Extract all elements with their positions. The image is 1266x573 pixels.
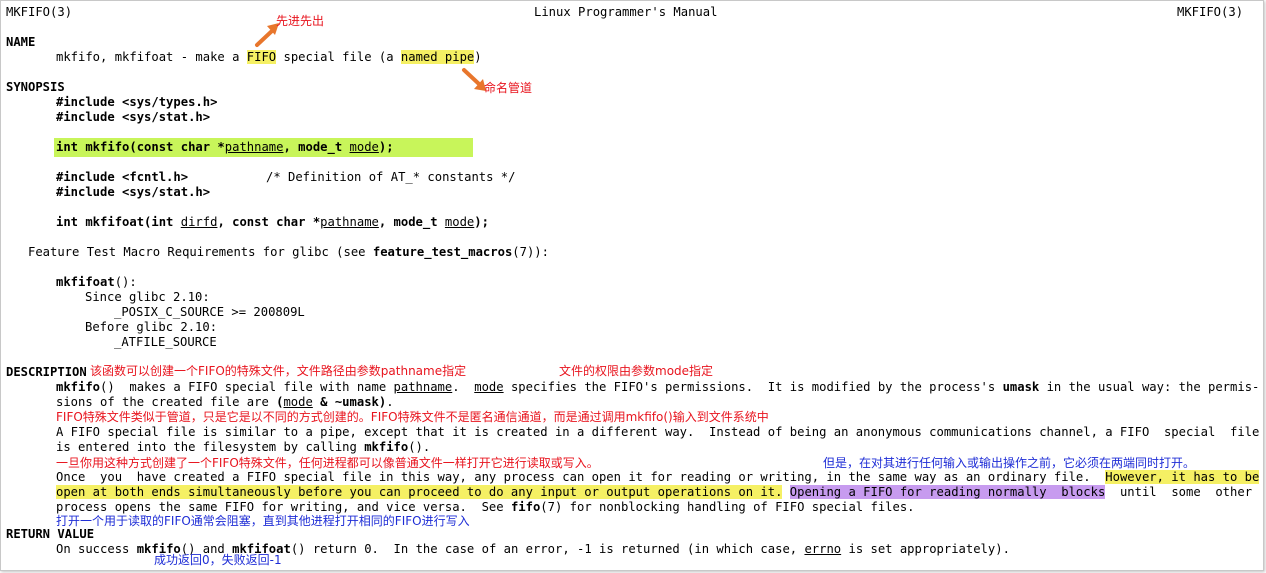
posix-source: _POSIX_C_SOURCE >= 200809L [114, 305, 305, 319]
section-return-heading: RETURN VALUE [6, 527, 95, 541]
fifo-highlight: FIFO [246, 50, 277, 64]
header-center: Linux Programmer's Manual [534, 5, 718, 19]
mkfifo-prototype: int mkfifo(const char *pathname, mode_t … [56, 140, 394, 154]
description-line: process opens the same FIFO for writing,… [56, 500, 915, 514]
description-line: A FIFO special file is similar to a pipe… [56, 425, 1260, 439]
mkfifoat-ftm: mkfifoat(): [56, 275, 137, 289]
description-line: Once you have created a FIFO special fil… [56, 470, 1260, 484]
before-glibc: Before glibc 2.10: [85, 320, 218, 334]
annotation-return: 成功返回0，失败返回-1 [154, 553, 282, 567]
header-right: MKFIFO(3) [1177, 5, 1244, 19]
man-page: MKFIFO(3) Linux Programmer's Manual MKFI… [0, 0, 1264, 571]
include-line: #include <fcntl.h> [56, 170, 189, 184]
since-glibc: Since glibc 2.10: [85, 290, 210, 304]
header-left: MKFIFO(3) [6, 5, 73, 19]
description-line: open at both ends simultaneously before … [56, 485, 1253, 499]
section-description-heading: DESCRIPTION [6, 365, 87, 379]
include-line: #include <sys/stat.h> [56, 110, 211, 124]
mkfifoat-prototype: int mkfifoat(int dirfd, const char *path… [56, 215, 489, 229]
description-line: mkfifo() makes a FIFO special file with … [56, 380, 1260, 394]
description-line: sions of the created file are (mode & ~u… [56, 395, 394, 409]
blocks-highlight: Opening a FIFO for reading normally bloc… [789, 485, 1106, 499]
annotation-named-pipe: 命名管道 [484, 81, 533, 95]
annotation-desc3: FIFO特殊文件类似于管道，只是它是以不同的方式创建的。FIFO特殊文件不是匿名… [56, 410, 769, 424]
atfile-source: _ATFILE_SOURCE [114, 335, 217, 349]
name-line: mkfifo, mkfifoat - make a FIFO special f… [56, 50, 482, 64]
annotation-desc2: 文件的权限由参数mode指定 [559, 364, 714, 378]
feature-test-line: Feature Test Macro Requirements for glib… [28, 245, 549, 259]
annotation-fifo: 先进先出 [276, 14, 325, 28]
section-synopsis-heading: SYNOPSIS [6, 80, 65, 94]
include-line: #include <sys/stat.h> [56, 185, 211, 199]
annotation-desc1: 该函数可以创建一个FIFO的特殊文件，文件路径由参数pathname指定 [90, 364, 467, 378]
named-pipe-highlight: named pipe [400, 50, 475, 64]
section-name-heading: NAME [6, 35, 36, 49]
open-both-ends-highlight: open at both ends simultaneously before … [56, 485, 783, 499]
description-line: is entered into the filesystem by callin… [56, 440, 431, 454]
include-line: #include <sys/types.h> [56, 95, 218, 109]
open-both-ends-highlight: However, it has to be [1105, 470, 1260, 484]
annotation-desc6: 打开一个用于读取的FIFO通常会阻塞，直到其他进程打开相同的FIFO进行写入 [56, 514, 470, 528]
annotation-desc4: 一旦你用这种方式创建了一个FIFO特殊文件，任何进程都可以像普通文件一样打开它进… [56, 456, 599, 470]
include-comment: /* Definition of AT_* constants */ [266, 170, 516, 184]
annotation-desc5: 但是，在对其进行任何输入或输出操作之前，它必须在两端同时打开。 [823, 456, 1196, 470]
